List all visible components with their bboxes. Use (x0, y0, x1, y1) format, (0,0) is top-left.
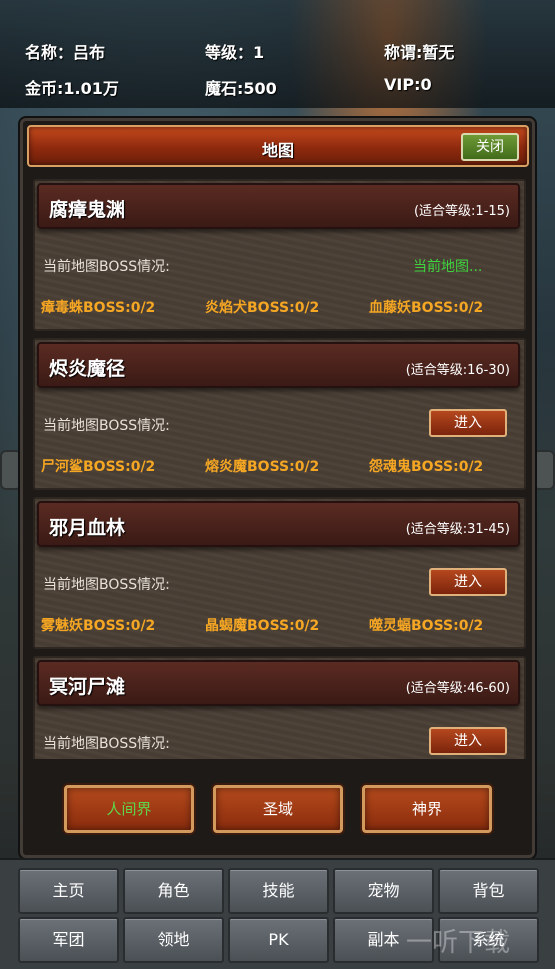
realm-tab-human[interactable]: 人间界 (64, 785, 194, 833)
panel-titlebar: 地图 关闭 (27, 125, 529, 167)
nav-home-button[interactable]: 主页 (18, 868, 119, 914)
boss-count: 噬灵蝠BOSS:0/2 (369, 618, 484, 634)
realm-tab-divine[interactable]: 神界 (362, 785, 492, 833)
map-level-range: (适合等级:46-60) (405, 681, 510, 696)
map-name: 腐瘴鬼渊 (49, 199, 126, 221)
boss-count: 炎焰犬BOSS:0/2 (205, 300, 320, 316)
map-card-header: 冥河尸滩 (适合等级:46-60) (37, 660, 520, 706)
boss-count: 血藤妖BOSS:0/2 (369, 300, 484, 316)
map-level-range: (适合等级:31-45) (405, 522, 510, 537)
realm-tab-holy[interactable]: 圣域 (213, 785, 343, 833)
magic-stone-amount: 魔石:500 (205, 79, 277, 98)
watermark: 一听下载 (406, 928, 511, 958)
boss-count: 尸河鲨BOSS:0/2 (41, 459, 156, 475)
boss-count: 怨魂鬼BOSS:0/2 (369, 459, 484, 475)
map-card: 邪月血林 (适合等级:31-45) 当前地图BOSS情况: 进入 雾魅妖BOSS… (33, 497, 526, 649)
map-card-header: 腐瘴鬼渊 (适合等级:1-15) (37, 183, 520, 229)
vip-level: VIP:0 (384, 75, 432, 94)
player-name: 名称：吕布 (25, 43, 106, 62)
map-level-range: (适合等级:16-30) (405, 363, 510, 378)
map-card-header: 邪月血林 (适合等级:31-45) (37, 501, 520, 547)
player-title: 称谓:暂无 (384, 43, 455, 62)
nav-pk-button[interactable]: PK (228, 917, 329, 963)
close-button[interactable]: 关闭 (461, 133, 519, 161)
panel-title: 地图 (261, 141, 294, 160)
map-card: 烬炎魔径 (适合等级:16-30) 当前地图BOSS情况: 进入 尸河鲨BOSS… (33, 338, 526, 490)
nav-backpack-button[interactable]: 背包 (438, 868, 539, 914)
boss-status-label: 当前地图BOSS情况: (43, 577, 170, 593)
map-card: 冥河尸滩 (适合等级:46-60) 当前地图BOSS情况: 进入 (33, 656, 526, 759)
map-name: 邪月血林 (49, 517, 126, 539)
boss-status-label: 当前地图BOSS情况: (43, 418, 170, 434)
boss-count: 晶蝎魔BOSS:0/2 (205, 618, 320, 634)
boss-count: 瘴毒蛛BOSS:0/2 (41, 300, 156, 316)
background-rock (0, 450, 22, 490)
current-map-tag: 当前地图... (413, 259, 483, 275)
map-card-header: 烬炎魔径 (适合等级:16-30) (37, 342, 520, 388)
nav-pets-button[interactable]: 宠物 (333, 868, 434, 914)
enter-map-button[interactable]: 进入 (429, 409, 507, 437)
nav-character-button[interactable]: 角色 (123, 868, 224, 914)
player-level: 等级：1 (205, 43, 265, 62)
map-panel: 地图 关闭 腐瘴鬼渊 (适合等级:1-15) 当前地图BOSS情况: 当前地图.… (20, 118, 535, 858)
boss-count: 雾魅妖BOSS:0/2 (41, 618, 156, 634)
boss-status-label: 当前地图BOSS情况: (43, 259, 170, 275)
boss-status-label: 当前地图BOSS情况: (43, 736, 170, 752)
enter-map-button[interactable]: 进入 (429, 568, 507, 596)
gold-amount: 金币:1.01万 (25, 79, 119, 98)
boss-count: 熔炎魔BOSS:0/2 (205, 459, 320, 475)
map-name: 冥河尸滩 (49, 676, 126, 698)
nav-skills-button[interactable]: 技能 (228, 868, 329, 914)
player-status-bar: 名称：吕布 等级：1 称谓:暂无 金币:1.01万 魔石:500 VIP:0 (0, 0, 555, 108)
map-list[interactable]: 腐瘴鬼渊 (适合等级:1-15) 当前地图BOSS情况: 当前地图... 瘴毒蛛… (33, 177, 526, 759)
enter-map-button[interactable]: 进入 (429, 727, 507, 755)
background-rock (533, 450, 555, 490)
nav-legion-button[interactable]: 军团 (18, 917, 119, 963)
map-level-range: (适合等级:1-15) (413, 204, 510, 219)
map-card: 腐瘴鬼渊 (适合等级:1-15) 当前地图BOSS情况: 当前地图... 瘴毒蛛… (33, 179, 526, 331)
map-name: 烬炎魔径 (49, 358, 126, 380)
nav-territory-button[interactable]: 领地 (123, 917, 224, 963)
